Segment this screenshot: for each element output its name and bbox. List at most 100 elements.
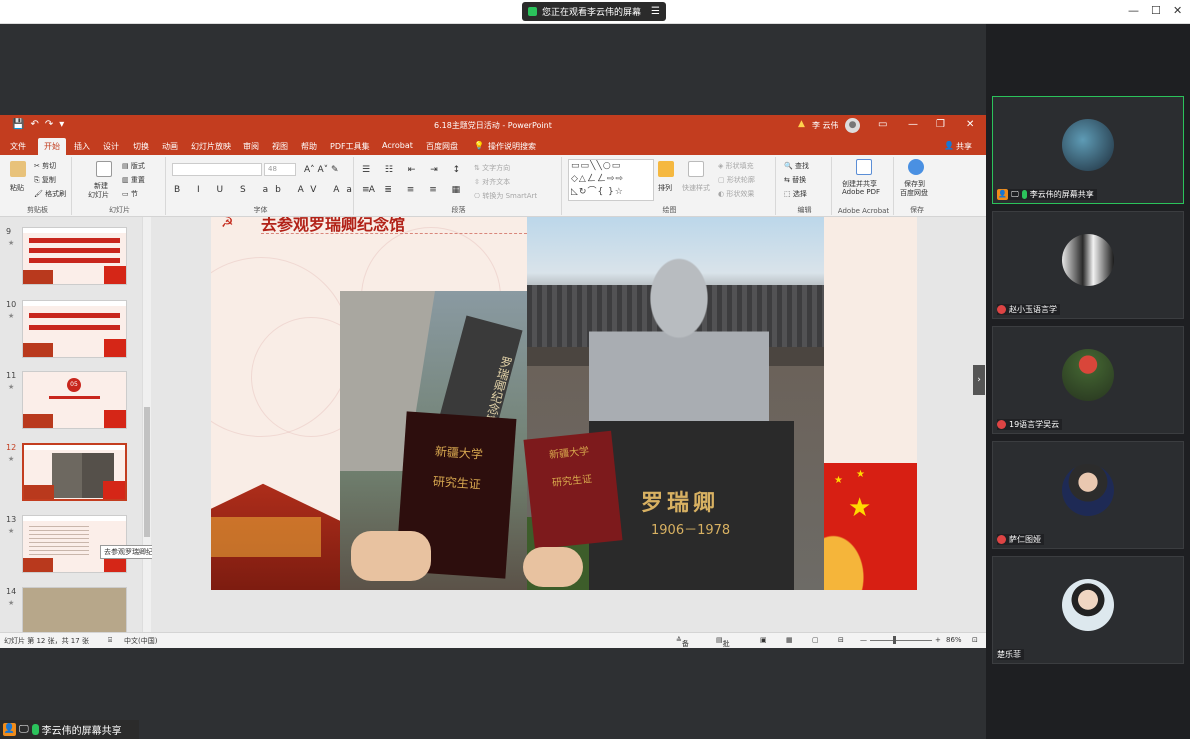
quick-styles-icon[interactable] [688, 161, 704, 177]
zoom-level[interactable]: 86% [946, 636, 962, 644]
book2-title: 研究生证 [551, 473, 593, 490]
participant-card[interactable]: 19语言学吴云 [992, 326, 1184, 434]
list-buttons[interactable]: ☰ ☷ ⇤ ⇥ ↕ [362, 165, 466, 175]
replace-button[interactable]: ⇆ 替换 [784, 175, 806, 185]
thumbnail-slide-12[interactable] [22, 443, 127, 501]
tab-home[interactable]: 开始 [38, 138, 66, 155]
tab-acrobat[interactable]: Acrobat [382, 141, 413, 150]
layout-button[interactable]: ▤ 版式 [122, 161, 145, 171]
language-indicator[interactable]: 中文(中国) [124, 636, 157, 646]
zoom-in-icon[interactable]: + [935, 636, 941, 644]
notes-button[interactable]: ≙ 备注 [676, 636, 689, 648]
font-grow-icons[interactable]: A˄ A˅ ✎ [304, 165, 339, 175]
convert-smartart-button[interactable]: ⎔ 转换为 SmartArt [474, 191, 537, 201]
participant-card[interactable]: 萨仁图娅 [992, 441, 1184, 549]
tab-animations[interactable]: 动画 [162, 141, 178, 152]
thumbnail-slide-14[interactable] [22, 587, 127, 632]
paste-button[interactable]: 粘贴 [10, 183, 24, 193]
font-size-field[interactable]: 48 [264, 163, 296, 176]
participant-card[interactable]: 赵小玉语言学 [992, 211, 1184, 319]
tab-insert[interactable]: 插入 [74, 141, 90, 152]
font-format-buttons[interactable]: B I U S ab AV Aa A [174, 185, 382, 195]
watching-indicator[interactable]: 您正在观看李云伟的屏幕 ☰ [522, 2, 666, 21]
zoom-slider-knob[interactable] [893, 636, 896, 644]
thumbnail-scrollbar[interactable] [142, 217, 151, 632]
book1-school: 新疆大学 [434, 444, 484, 462]
user-name: 李 云伟 [812, 121, 839, 130]
normal-view-icon[interactable]: ▣ [760, 636, 767, 644]
participant-name: 李云伟的屏幕共享 [1029, 190, 1094, 199]
new-slide-icon[interactable] [96, 161, 112, 177]
zoom-out-icon[interactable]: — [860, 636, 867, 644]
tab-design[interactable]: 设计 [103, 141, 119, 152]
slide-scrollbar[interactable] [975, 217, 986, 632]
format-painter-button[interactable]: 🖌 格式刷 [34, 189, 66, 199]
thumbnail-slide-10[interactable] [22, 300, 127, 358]
slideshow-icon[interactable]: ⊟ [838, 636, 844, 644]
user-avatar[interactable]: ● [845, 118, 860, 133]
arrange-icon[interactable] [658, 161, 674, 177]
reset-button[interactable]: ▥ 重置 [122, 175, 145, 185]
tab-transitions[interactable]: 切换 [133, 141, 149, 152]
minimize-icon[interactable]: — [1128, 4, 1139, 17]
maximize-icon[interactable]: ☐ [1151, 4, 1161, 17]
tab-pdf-tools[interactable]: PDF工具集 [330, 141, 370, 152]
tab-view[interactable]: 视图 [272, 141, 288, 152]
tab-slideshow[interactable]: 幻灯片放映 [191, 141, 231, 152]
cut-button[interactable]: ✂ 剪切 [34, 161, 56, 171]
quick-styles-button[interactable]: 快速样式 [682, 183, 710, 193]
paste-icon[interactable] [10, 161, 26, 177]
thumbnail-slide-11[interactable]: 05 [22, 371, 127, 429]
reading-view-icon[interactable]: ▢ [812, 636, 819, 644]
thumbnail-slide-13[interactable] [22, 515, 127, 573]
text-direction-button[interactable]: ⇅ 文字方向 [474, 163, 510, 173]
fit-slide-icon[interactable]: ⊡ [972, 636, 978, 644]
zoom-slider[interactable] [870, 640, 932, 641]
ppt-close-icon[interactable]: ✕ [966, 119, 974, 130]
menu-icon[interactable]: ☰ [651, 6, 660, 17]
avatar [1062, 119, 1114, 171]
tab-help[interactable]: 帮助 [301, 141, 317, 152]
tab-review[interactable]: 审阅 [243, 141, 259, 152]
screen-icon: 🖵 [19, 724, 29, 735]
align-buttons[interactable]: ≡ ≣ ≡ ≡ ▦ [362, 185, 466, 195]
save-baidu-sub[interactable]: 百度网盘 [900, 188, 928, 198]
clipboard-group: 粘贴 ✂ 剪切 ⎘ 复制 🖌 格式刷 剪贴板 [4, 157, 72, 215]
copy-button[interactable]: ⎘ 复制 [34, 175, 56, 185]
slide-sorter-icon[interactable]: ▦ [786, 636, 793, 644]
select-button[interactable]: ⬚ 选择 [784, 189, 807, 199]
participant-card[interactable]: 👤 🖵 李云伟的屏幕共享 [992, 96, 1184, 204]
tell-me-search[interactable]: 操作说明搜索 [488, 141, 536, 152]
ppt-minimize-icon[interactable]: — [908, 119, 918, 130]
section-button[interactable]: ▭ 节 [122, 189, 138, 199]
slide-thumbnails[interactable]: 9 ★ 10 ★ 11 ★ 05 12 ★ 13 ★ 14 ★ [0, 217, 152, 632]
find-button[interactable]: 🔍 查找 [784, 161, 809, 171]
current-slide[interactable]: ☭ 去参观罗瑞卿纪念馆 罗瑞卿纪念馆 新疆大学 研究生证 罗瑞卿 1906－19… [211, 217, 917, 590]
ppt-restore-icon[interactable]: ❐ [936, 119, 945, 130]
close-icon[interactable]: ✕ [1173, 4, 1182, 17]
arrange-button[interactable]: 排列 [658, 183, 672, 193]
warning-icon[interactable]: ▲ [798, 119, 805, 129]
side-expand-icon[interactable]: › [973, 365, 985, 395]
new-slide-sub[interactable]: 幻灯片 [88, 190, 109, 200]
font-name-field[interactable] [172, 163, 262, 176]
shapes-gallery[interactable]: ▭▭╲╲○▭ ◇△ㄥㄥ⇨⇨ ◺↻⌒{ }☆ [568, 159, 654, 201]
book2-school: 新疆大学 [548, 446, 590, 462]
quick-access-toolbar[interactable]: 💾↶↷▾ [12, 119, 70, 130]
align-text-button[interactable]: ⇳ 对齐文本 [474, 177, 510, 187]
spellcheck-icon[interactable]: ⌸ [108, 636, 112, 645]
shape-outline-button[interactable]: ▢ 形状轮廓 [718, 175, 755, 185]
thumbnail-slide-9[interactable] [22, 227, 127, 285]
baidu-cloud-icon[interactable] [908, 159, 924, 175]
create-share-sub[interactable]: Adobe PDF [842, 188, 880, 196]
tab-baidu[interactable]: 百度网盘 [426, 141, 458, 152]
comments-button[interactable]: ▤ 批注 [716, 636, 730, 648]
participant-card[interactable]: 楚乐菲 [992, 556, 1184, 664]
shape-fill-button[interactable]: ◈ 形状填充 [718, 161, 754, 171]
share-button[interactable]: 共享 [956, 141, 972, 152]
tab-file[interactable]: 文件 [10, 141, 26, 152]
participant-name: 19语言学吴云 [1009, 420, 1060, 429]
shape-effects-button[interactable]: ◐ 形状效果 [718, 189, 754, 199]
adobe-pdf-icon[interactable] [856, 159, 872, 175]
ribbon-display-icon[interactable]: ▭ [878, 119, 887, 130]
